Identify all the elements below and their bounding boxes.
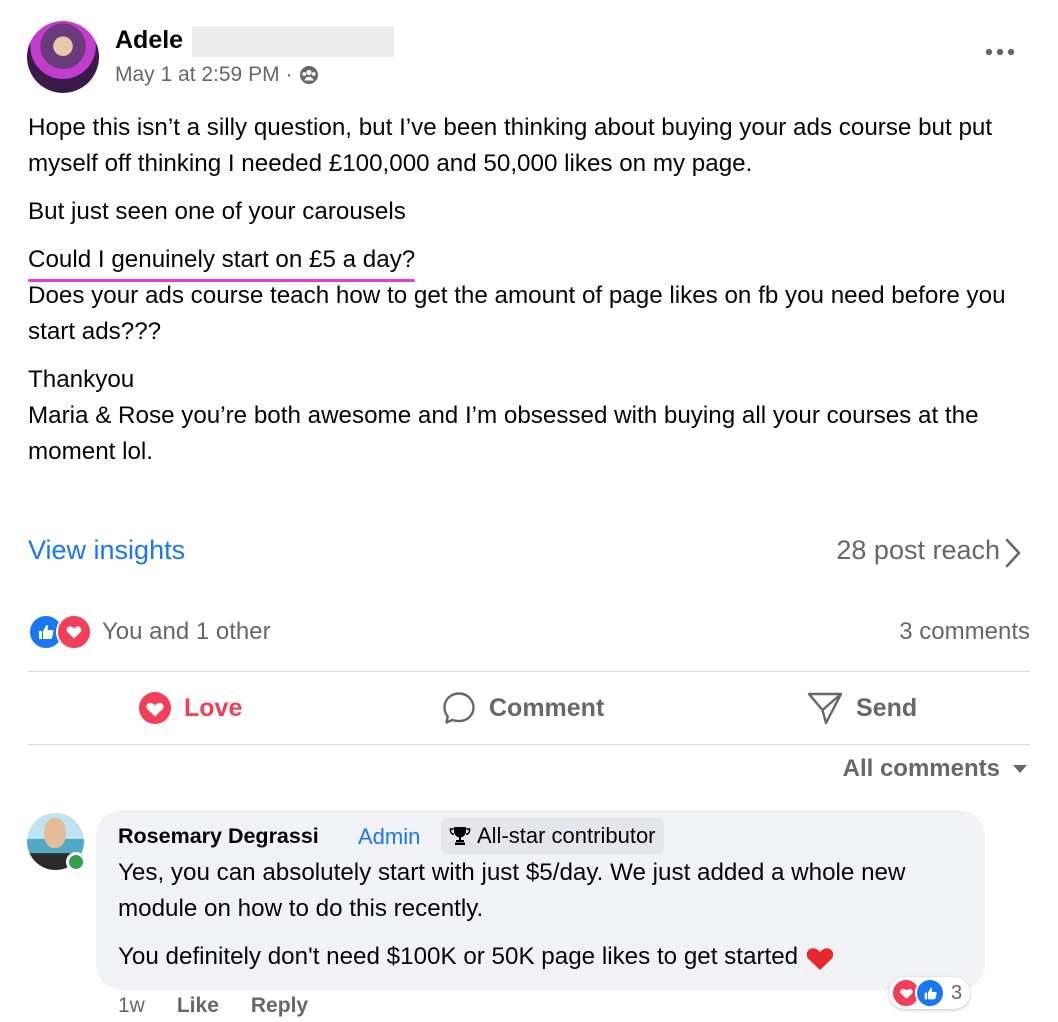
post-signoff: Maria & Rose you’re both awesome and I’m… — [28, 402, 979, 465]
comment-reply-button[interactable]: Reply — [251, 994, 308, 1018]
comment-label: Comment — [489, 693, 605, 722]
comments-filter-label: All comments — [842, 755, 1000, 782]
love-label: Love — [184, 693, 243, 722]
author-name[interactable]: Adele — [115, 26, 183, 55]
more-options-icon[interactable] — [984, 42, 1016, 62]
trophy-icon — [449, 827, 471, 845]
post-closing: Thankyou Maria & Rose you’re both awesom… — [28, 362, 1028, 470]
comments-count[interactable]: 3 comments — [899, 618, 1030, 646]
chevron-right-icon[interactable] — [1000, 535, 1026, 571]
commenter-name[interactable]: Rosemary Degrassi — [118, 824, 319, 849]
group-icon — [299, 66, 318, 84]
comment-paragraph: You definitely don't need $100K or 50K p… — [118, 943, 799, 970]
caret-down-icon — [1013, 765, 1027, 773]
badge-label: All-star contributor — [477, 823, 656, 848]
post-reach[interactable]: 28 post reach — [836, 535, 1000, 566]
post-body: Hope this isn’t a silly question, but I’… — [28, 110, 1028, 482]
redacted-surname — [192, 26, 394, 57]
red-heart-emoji-icon — [806, 947, 834, 970]
like-reaction-icon — [915, 978, 945, 1008]
love-button[interactable]: Love — [138, 688, 242, 728]
post-timestamp[interactable]: May 1 at 2:59 PM — [115, 63, 280, 87]
love-reaction-icon — [56, 614, 92, 650]
comment-icon — [443, 692, 475, 724]
divider — [28, 671, 1030, 672]
post-question-followup: Does your ads course teach how to get th… — [28, 282, 1006, 345]
comment-like-button[interactable]: Like — [177, 994, 219, 1018]
author-avatar[interactable] — [27, 21, 99, 93]
post-meta: May 1 at 2:59 PM · — [115, 63, 319, 87]
reactions-summary[interactable]: You and 1 other — [28, 614, 271, 650]
comment-text: Yes, you can absolutely start with just … — [118, 855, 958, 987]
send-label: Send — [856, 693, 918, 722]
divider — [28, 744, 1030, 745]
comments-filter-dropdown[interactable]: All comments — [843, 755, 1028, 783]
highlighted-question: Could I genuinely start on £5 a day? — [28, 242, 416, 282]
comment-paragraph-block: You definitely don't need $100K or 50K p… — [118, 939, 958, 975]
comment-reactions[interactable]: 3 — [889, 977, 971, 1009]
send-icon — [807, 692, 843, 725]
admin-badge[interactable]: Admin — [358, 824, 420, 850]
love-icon — [139, 692, 171, 724]
post-thanks: Thankyou — [28, 366, 135, 393]
all-star-contributor-badge[interactable]: All-star contributor — [441, 818, 664, 854]
reaction-summary-text[interactable]: You and 1 other — [102, 618, 271, 646]
comment-footer: 1w Like Reply — [118, 994, 308, 1018]
comment-button[interactable]: Comment — [441, 688, 604, 728]
comment-paragraph: Yes, you can absolutely start with just … — [118, 859, 906, 922]
meta-separator: · — [285, 63, 293, 86]
post-paragraph: But just seen one of your carousels — [28, 198, 406, 225]
post-paragraph: Hope this isn’t a silly question, but I’… — [28, 114, 993, 177]
send-button[interactable]: Send — [806, 688, 917, 728]
comment-age[interactable]: 1w — [118, 994, 145, 1018]
commenter-avatar-face — [44, 818, 66, 848]
post-question-block: Could I genuinely start on £5 a day? Doe… — [28, 242, 1028, 350]
view-insights-link[interactable]: View insights — [28, 535, 185, 566]
online-status-dot — [66, 852, 86, 872]
comment-reaction-count: 3 — [951, 981, 963, 1004]
